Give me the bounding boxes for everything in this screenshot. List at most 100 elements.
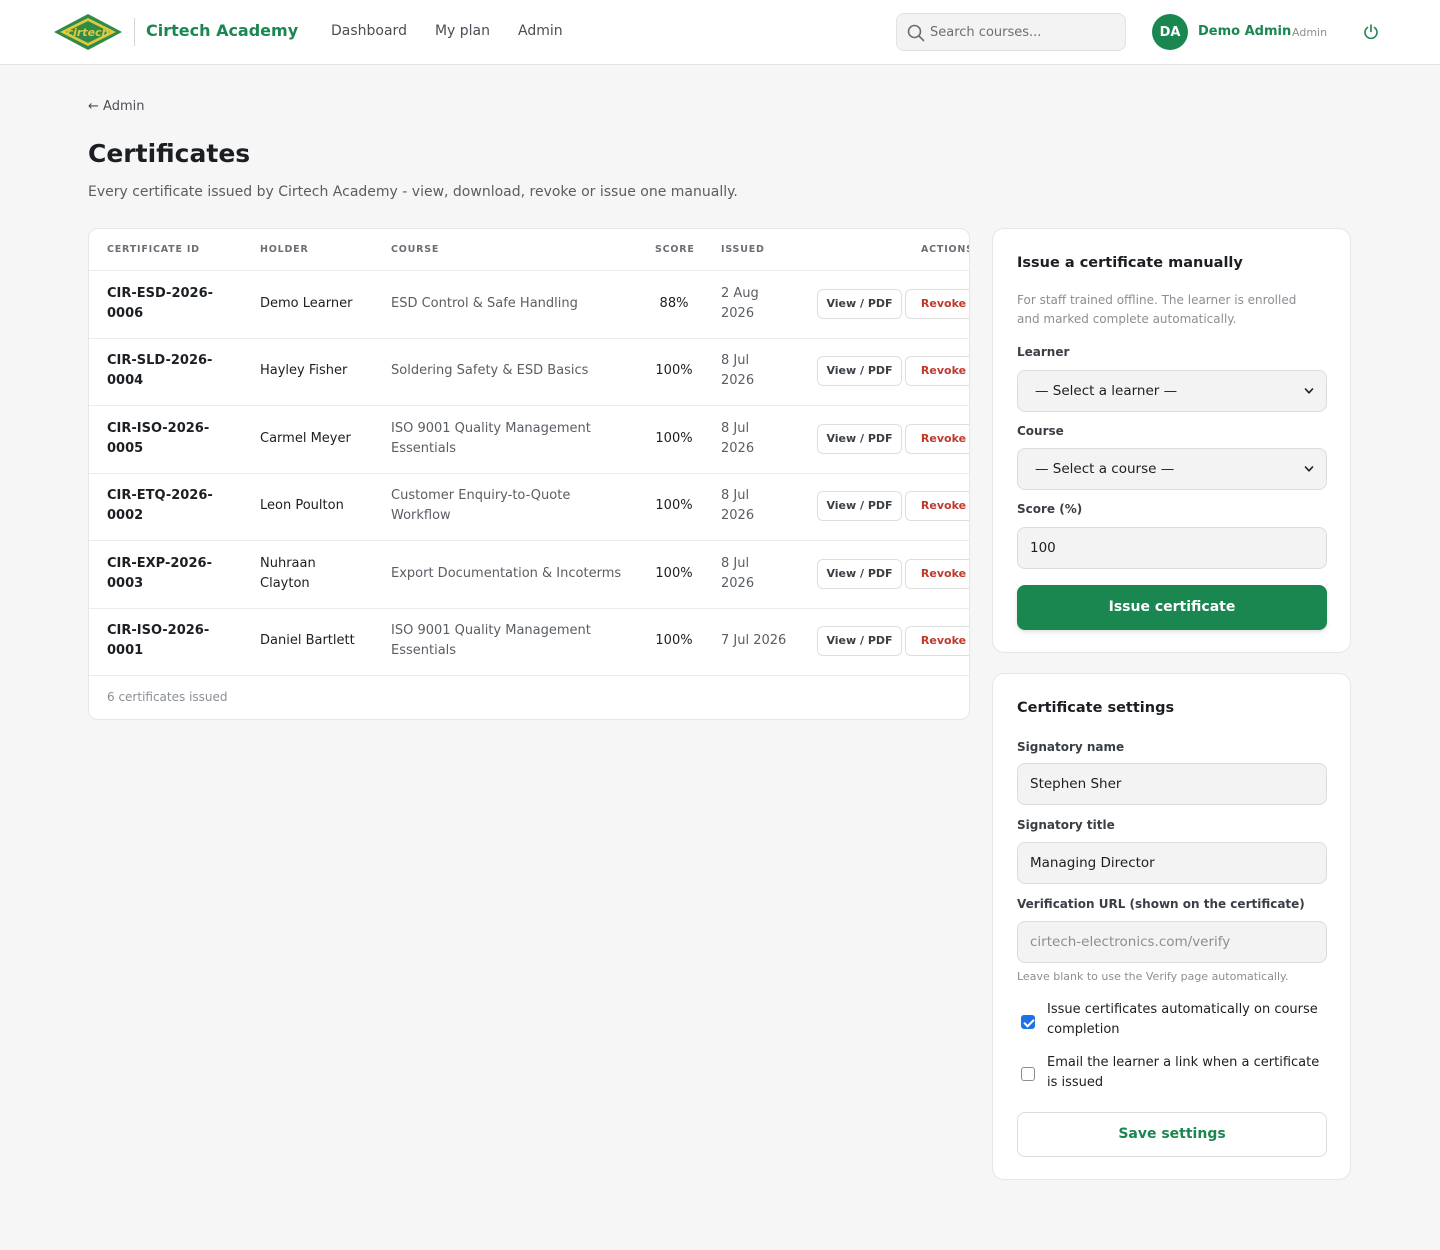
- signatory-title-input[interactable]: Managing Director: [1017, 842, 1327, 884]
- view-pdf-button[interactable]: View / PDF: [817, 424, 902, 454]
- revoke-button[interactable]: Revoke: [905, 559, 969, 589]
- certificate-id-line2: 0006: [107, 306, 144, 321]
- course-name-line1: ISO 9001 Quality Management: [391, 421, 591, 436]
- certificate-id-line1: CIR-SLD-2026-: [107, 353, 213, 368]
- learner-select-value: — Select a learner —: [1035, 383, 1178, 399]
- certificate-id-line1: CIR-ISO-2026-: [107, 421, 210, 436]
- issued-date: 8 Jul 2026: [721, 351, 801, 391]
- course-name-line2: Essentials: [391, 643, 457, 658]
- user-name[interactable]: Demo Admin: [1198, 24, 1291, 39]
- certificate-id-line2: 0002: [107, 508, 144, 523]
- issued-date: 2 Aug 2026: [721, 284, 801, 324]
- search-input[interactable]: [930, 14, 1120, 50]
- issued-date-line2: 2026: [721, 373, 755, 388]
- course-name: ISO 9001 Quality Management Essentials: [391, 621, 641, 661]
- certificate-id-line1: CIR-ISO-2026-: [107, 623, 210, 638]
- table-header: Certificate ID Holder Course Score Issue…: [89, 229, 969, 271]
- verification-url-input[interactable]: cirtech-electronics.com/verify: [1017, 921, 1327, 963]
- certificate-id-line2: 0001: [107, 643, 144, 658]
- column-header-score: Score: [655, 244, 695, 255]
- table-row: CIR-SLD-2026- 0004 Hayley Fisher Solderin…: [89, 338, 969, 406]
- issued-date-line2: 2026: [721, 441, 755, 456]
- signatory-name-input[interactable]: Stephen Sher: [1017, 763, 1327, 805]
- course-select-value: — Select a course —: [1035, 461, 1175, 477]
- logo-text: cirtech: [67, 26, 110, 39]
- column-header-certificate-id: Certificate ID: [107, 244, 200, 255]
- course-label: Course: [1017, 424, 1064, 438]
- chevron-down-icon: [1304, 388, 1314, 394]
- top-navigation-bar: cirtech Cirtech Academy Dashboard My pla…: [0, 0, 1440, 65]
- course-name-line1: ISO 9001 Quality Management: [391, 623, 591, 638]
- revoke-button[interactable]: Revoke: [905, 356, 969, 386]
- nav-my-plan[interactable]: My plan: [435, 23, 490, 39]
- certificate-id: CIR-EXP-2026- 0003: [107, 554, 237, 594]
- view-pdf-button[interactable]: View / PDF: [817, 491, 902, 521]
- auto-issue-label[interactable]: Issue certificates automatically on cour…: [1047, 1000, 1332, 1040]
- signatory-name-label: Signatory name: [1017, 740, 1125, 754]
- revoke-button[interactable]: Revoke: [905, 424, 969, 454]
- table-row: CIR-ISO-2026- 0005 Carmel Meyer ISO 9001 …: [89, 406, 969, 474]
- certificate-id-line1: CIR-ETQ-2026-: [107, 488, 213, 503]
- column-header-holder: Holder: [260, 244, 309, 255]
- view-pdf-button[interactable]: View / PDF: [817, 626, 902, 656]
- view-pdf-button[interactable]: View / PDF: [817, 356, 902, 386]
- issued-date: 8 Jul 2026: [721, 486, 801, 526]
- auto-issue-checkbox[interactable]: [1021, 1015, 1035, 1029]
- email-learner-label[interactable]: Email the learner a link when a certific…: [1047, 1053, 1332, 1093]
- score: 100%: [655, 498, 693, 513]
- issued-date: 8 Jul 2026: [721, 419, 801, 459]
- certificate-id: CIR-SLD-2026- 0004: [107, 351, 237, 391]
- view-pdf-button[interactable]: View / PDF: [817, 559, 902, 589]
- issued-date-line1: 8 Jul: [721, 353, 750, 368]
- score-input[interactable]: 100: [1017, 527, 1327, 569]
- holder-name: Hayley Fisher: [260, 363, 348, 378]
- certificate-settings-card: Certificate settings Signatory name Step…: [992, 673, 1351, 1180]
- nav-admin[interactable]: Admin: [518, 23, 563, 39]
- column-header-issued: Issued: [721, 244, 765, 255]
- learner-label: Learner: [1017, 345, 1070, 359]
- verification-url-label: Verification URL (shown on the certifica…: [1017, 897, 1305, 911]
- user-role: Admin: [1292, 26, 1328, 39]
- issue-card-title: Issue a certificate manually: [1017, 255, 1243, 271]
- certificate-id-line2: 0005: [107, 441, 144, 456]
- save-settings-button[interactable]: Save settings: [1017, 1112, 1327, 1157]
- score: 100%: [655, 566, 693, 581]
- course-name-line1: Customer Enquiry-to-Quote: [391, 488, 571, 503]
- brand-name[interactable]: Cirtech Academy: [146, 21, 298, 40]
- course-select[interactable]: — Select a course —: [1017, 448, 1327, 490]
- course-name: Soldering Safety & ESD Basics: [391, 363, 589, 378]
- certificate-id-line1: CIR-ESD-2026-: [107, 286, 214, 301]
- cirtech-logo[interactable]: cirtech: [52, 12, 124, 52]
- course-name: Export Documentation & Incoterms: [391, 566, 622, 581]
- revoke-button[interactable]: Revoke: [905, 491, 969, 521]
- settings-card-title: Certificate settings: [1017, 700, 1175, 716]
- learner-select[interactable]: — Select a learner —: [1017, 370, 1327, 412]
- back-to-admin-link[interactable]: ← Admin: [88, 99, 144, 114]
- certificate-id: CIR-ESD-2026- 0006: [107, 284, 237, 324]
- issue-certificate-button[interactable]: Issue certificate: [1017, 585, 1327, 630]
- issued-date: 8 Jul 2026: [721, 554, 801, 594]
- nav-dashboard[interactable]: Dashboard: [331, 23, 407, 39]
- course-name-line2: Essentials: [391, 441, 457, 456]
- holder-name: Daniel Bartlett: [260, 633, 355, 648]
- verification-url-hint: Leave blank to use the Verify page autom…: [1017, 970, 1289, 983]
- page-subtitle: Every certificate issued by Cirtech Acad…: [88, 184, 738, 200]
- holder-name: Demo Learner: [260, 296, 353, 311]
- issue-card-hint: For staff trained offline. The learner i…: [1017, 293, 1297, 326]
- main-nav: Dashboard My plan Admin: [331, 23, 563, 39]
- logo-divider: [134, 18, 135, 46]
- certificates-count: 6 certificates issued: [107, 690, 228, 704]
- power-icon[interactable]: [1362, 23, 1380, 41]
- certificate-id-line2: 0003: [107, 576, 144, 591]
- issued-date-line1: 2 Aug: [721, 286, 759, 301]
- revoke-button[interactable]: Revoke: [905, 626, 969, 656]
- issued-date-line2: 2026: [721, 306, 755, 321]
- revoke-button[interactable]: Revoke: [905, 289, 969, 319]
- view-pdf-button[interactable]: View / PDF: [817, 289, 902, 319]
- certificate-id: CIR-ISO-2026- 0001: [107, 621, 237, 661]
- issued-date: 7 Jul 2026: [721, 633, 787, 648]
- certificate-id-line1: CIR-EXP-2026-: [107, 556, 212, 571]
- avatar[interactable]: DA: [1152, 14, 1188, 50]
- search-box: [896, 13, 1126, 51]
- email-learner-checkbox[interactable]: [1021, 1067, 1035, 1081]
